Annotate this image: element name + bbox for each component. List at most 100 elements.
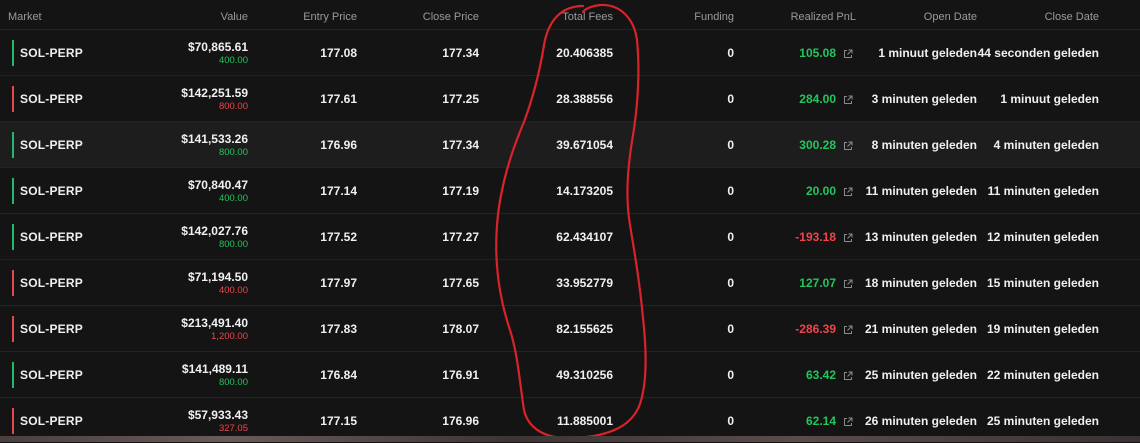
market-symbol: SOL-PERP bbox=[20, 92, 83, 106]
open-date: 11 minuten geleden bbox=[865, 184, 977, 198]
position-value: $142,251.59 bbox=[181, 86, 248, 100]
close-price: 177.34 bbox=[442, 138, 479, 152]
header-open-date[interactable]: Open Date bbox=[924, 11, 977, 23]
table-row[interactable]: SOL-PERP $70,840.47 400.00 177.14 177.19… bbox=[0, 167, 1140, 213]
header-close-date[interactable]: Close Date bbox=[1045, 11, 1099, 23]
close-date: 15 minuten geleden bbox=[986, 276, 1099, 290]
side-indicator bbox=[12, 132, 14, 158]
table-row[interactable]: SOL-PERP $142,251.59 800.00 177.61 177.2… bbox=[0, 75, 1140, 121]
external-link-icon[interactable] bbox=[843, 46, 853, 58]
close-date: 19 minuten geleden bbox=[986, 322, 1099, 336]
table-row[interactable]: SOL-PERP $213,491.40 1,200.00 177.83 178… bbox=[0, 305, 1140, 351]
table-row[interactable]: SOL-PERP $70,865.61 400.00 177.08 177.34… bbox=[0, 29, 1140, 75]
side-indicator bbox=[12, 224, 14, 250]
total-fees: 39.671054 bbox=[556, 138, 613, 152]
position-value: $142,027.76 bbox=[181, 224, 248, 238]
funding: 0 bbox=[727, 46, 734, 60]
table-row[interactable]: SOL-PERP $141,533.26 800.00 176.96 177.3… bbox=[0, 121, 1140, 167]
external-link-icon[interactable] bbox=[843, 184, 853, 196]
close-price: 177.27 bbox=[442, 230, 479, 244]
open-date: 3 minuten geleden bbox=[871, 92, 977, 106]
header-value[interactable]: Value bbox=[221, 11, 248, 23]
close-price: 177.19 bbox=[442, 184, 479, 198]
position-size: 800.00 bbox=[218, 101, 248, 112]
position-value: $141,533.26 bbox=[181, 132, 248, 146]
header-realized-pnl[interactable]: Realized PnL bbox=[791, 11, 856, 23]
table-row[interactable]: SOL-PERP $141,489.11 800.00 176.84 176.9… bbox=[0, 351, 1140, 397]
external-link-icon[interactable] bbox=[843, 138, 853, 150]
funding: 0 bbox=[727, 414, 734, 428]
total-fees: 82.155625 bbox=[556, 322, 613, 336]
position-size: 400.00 bbox=[218, 285, 248, 296]
close-date: 22 minuten geleden bbox=[986, 368, 1099, 382]
side-indicator bbox=[12, 408, 14, 434]
funding: 0 bbox=[727, 184, 734, 198]
market-symbol: SOL-PERP bbox=[20, 276, 83, 290]
entry-price: 176.96 bbox=[320, 138, 357, 152]
funding: 0 bbox=[727, 322, 734, 336]
close-date: 1 minuut geleden bbox=[1000, 92, 1099, 106]
entry-price: 177.52 bbox=[320, 230, 357, 244]
side-indicator bbox=[12, 178, 14, 204]
side-indicator bbox=[12, 270, 14, 296]
open-date: 21 minuten geleden bbox=[864, 322, 977, 336]
entry-price: 177.83 bbox=[320, 322, 357, 336]
position-size: 400.00 bbox=[218, 193, 248, 204]
realized-pnl: -286.39 bbox=[795, 322, 836, 336]
realized-pnl: 63.42 bbox=[805, 368, 836, 382]
position-value: $71,194.50 bbox=[187, 270, 248, 284]
header-total-fees[interactable]: Total Fees bbox=[562, 11, 613, 23]
total-fees: 33.952779 bbox=[556, 276, 613, 290]
funding: 0 bbox=[727, 276, 734, 290]
close-date: 11 minuten geleden bbox=[987, 184, 1099, 198]
total-fees: 11.885001 bbox=[556, 414, 613, 428]
open-date: 13 minuten geleden bbox=[864, 230, 977, 244]
table-row[interactable]: SOL-PERP $71,194.50 400.00 177.97 177.65… bbox=[0, 259, 1140, 305]
realized-pnl: 127.07 bbox=[799, 276, 836, 290]
close-date: 44 seconden geleden bbox=[977, 46, 1099, 60]
entry-price: 177.61 bbox=[320, 92, 357, 106]
close-date: 4 minuten geleden bbox=[993, 138, 1099, 152]
open-date: 26 minuten geleden bbox=[864, 414, 977, 428]
close-price: 177.65 bbox=[442, 276, 479, 290]
entry-price: 177.97 bbox=[320, 276, 357, 290]
total-fees: 20.406385 bbox=[556, 46, 613, 60]
close-price: 178.07 bbox=[442, 322, 479, 336]
realized-pnl: 284.00 bbox=[799, 92, 836, 106]
realized-pnl: 300.28 bbox=[799, 138, 836, 152]
external-link-icon[interactable] bbox=[843, 276, 853, 288]
market-symbol: SOL-PERP bbox=[20, 184, 83, 198]
position-value: $213,491.40 bbox=[181, 316, 248, 330]
realized-pnl: 62.14 bbox=[805, 414, 836, 428]
header-close-price[interactable]: Close Price bbox=[423, 11, 479, 23]
market-symbol: SOL-PERP bbox=[20, 368, 83, 382]
side-indicator bbox=[12, 40, 14, 66]
header-market[interactable]: Market bbox=[8, 11, 42, 23]
close-date: 25 minuten geleden bbox=[986, 414, 1099, 428]
external-link-icon[interactable] bbox=[843, 92, 853, 104]
total-fees: 14.173205 bbox=[556, 184, 613, 198]
position-value: $70,865.61 bbox=[187, 40, 248, 54]
total-fees: 49.310256 bbox=[556, 368, 613, 382]
total-fees: 28.388556 bbox=[556, 92, 613, 106]
position-size: 400.00 bbox=[218, 55, 248, 66]
funding: 0 bbox=[727, 92, 734, 106]
external-link-icon[interactable] bbox=[843, 368, 853, 380]
position-size: 800.00 bbox=[218, 377, 248, 388]
funding: 0 bbox=[727, 138, 734, 152]
open-date: 1 minuut geleden bbox=[878, 46, 977, 60]
header-entry-price[interactable]: Entry Price bbox=[303, 11, 357, 23]
external-link-icon[interactable] bbox=[843, 414, 853, 426]
realized-pnl: 105.08 bbox=[799, 46, 836, 60]
market-symbol: SOL-PERP bbox=[20, 230, 83, 244]
side-indicator bbox=[12, 316, 14, 342]
funding: 0 bbox=[727, 230, 734, 244]
external-link-icon[interactable] bbox=[843, 230, 853, 242]
header-funding[interactable]: Funding bbox=[694, 11, 734, 23]
entry-price: 177.08 bbox=[320, 46, 357, 60]
close-price: 177.25 bbox=[442, 92, 479, 106]
table-row[interactable]: SOL-PERP $142,027.76 800.00 177.52 177.2… bbox=[0, 213, 1140, 259]
side-indicator bbox=[12, 86, 14, 112]
external-link-icon[interactable] bbox=[843, 322, 853, 334]
total-fees: 62.434107 bbox=[556, 230, 613, 244]
